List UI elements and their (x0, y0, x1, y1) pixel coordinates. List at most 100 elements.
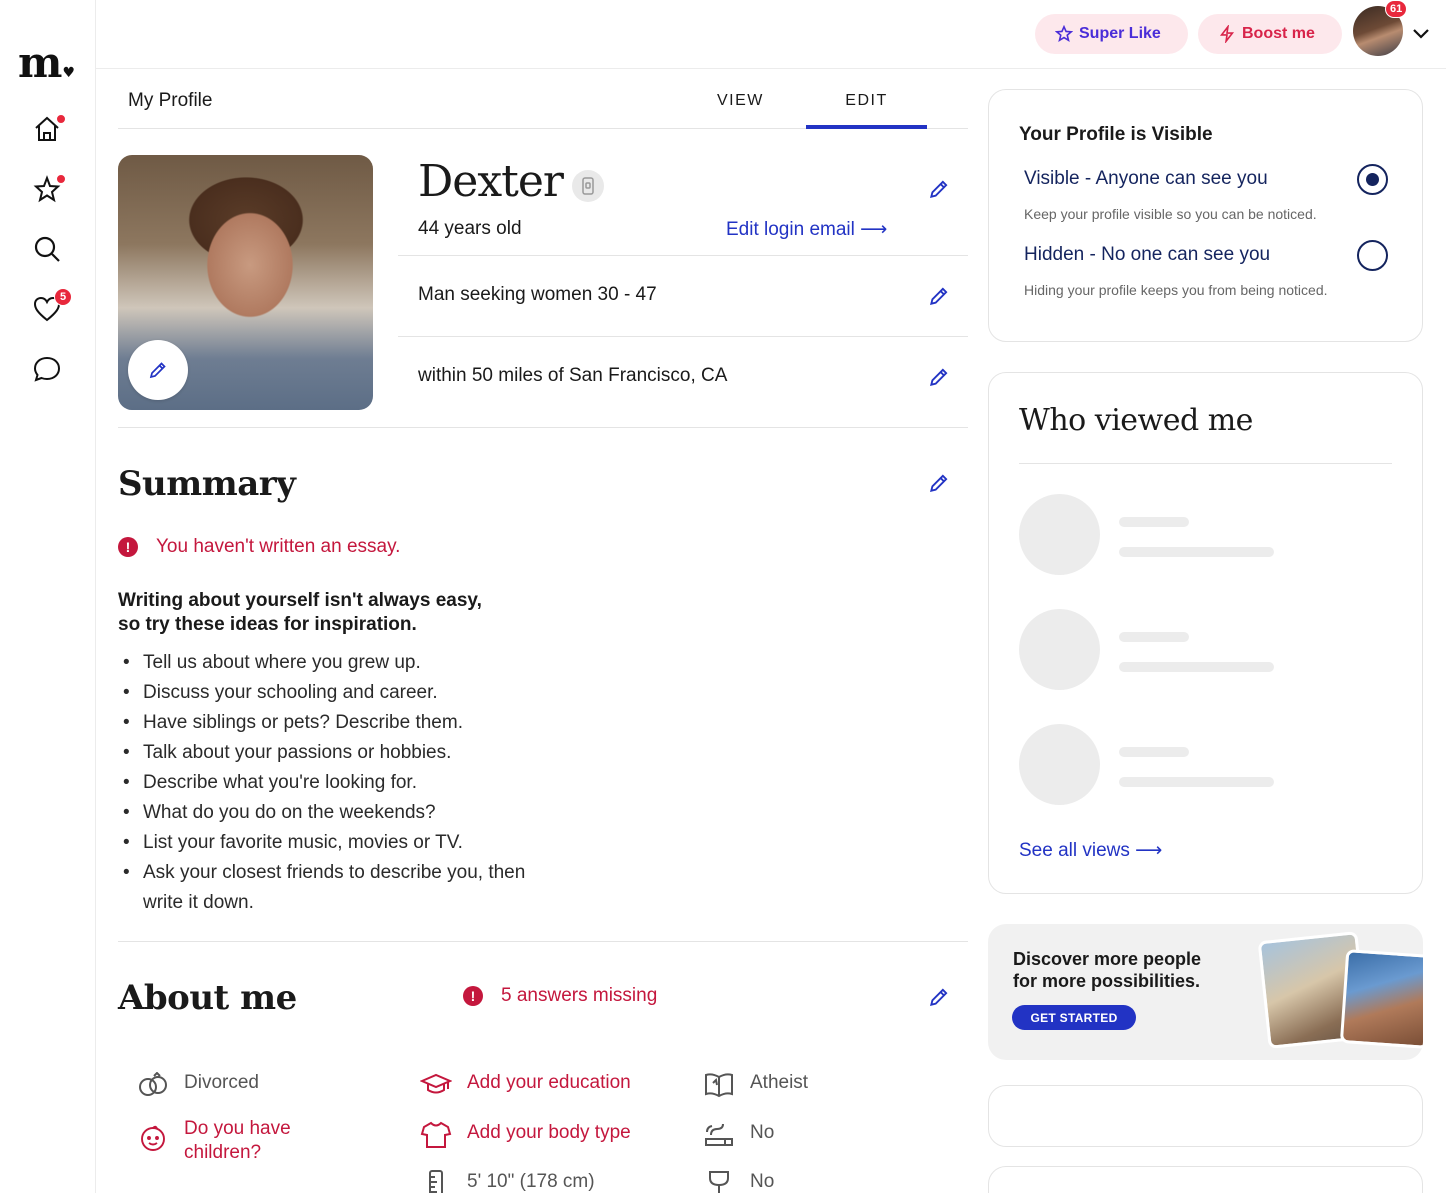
discover-line: for more possibilities. (1013, 971, 1201, 991)
edit-about-pencil-icon[interactable] (928, 986, 950, 1008)
profile-header: My Profile VIEW EDIT (118, 70, 968, 129)
see-all-views-link[interactable]: See all views ⟶ (1019, 839, 1162, 862)
lightning-icon (1219, 25, 1235, 43)
about-relationship[interactable]: Divorced (136, 1070, 259, 1100)
about-body-type[interactable]: Add your body type (419, 1120, 631, 1150)
nav-top-picks[interactable] (30, 172, 66, 206)
divider (1019, 463, 1392, 464)
divider (118, 427, 968, 428)
essay-tips-list: Tell us about where you grew up. Discuss… (123, 648, 543, 918)
user-avatar[interactable]: 61 (1353, 0, 1408, 56)
about-children[interactable]: Do you have children? (136, 1117, 291, 1165)
phone-verify-icon[interactable] (572, 170, 604, 202)
visibility-title: Your Profile is Visible (1019, 124, 1213, 145)
viewer-placeholder-line (1119, 517, 1189, 527)
smoking-icon (702, 1120, 736, 1150)
essay-warning: ! You haven't written an essay. (118, 536, 400, 558)
about-religion[interactable]: Atheist (702, 1070, 808, 1100)
tab-edit[interactable]: EDIT (806, 92, 927, 129)
visible-option-label[interactable]: Visible - Anyone can see you (1024, 168, 1268, 190)
profile-visibility-card: Your Profile is Visible Visible - Anyone… (988, 89, 1423, 342)
list-item: Ask your closest friends to describe you… (123, 858, 543, 918)
placeholder-card (988, 1166, 1423, 1193)
drinking-value: No (750, 1171, 775, 1192)
boost-me-button[interactable]: Boost me (1198, 14, 1342, 54)
search-icon (34, 236, 60, 262)
discover-headline: Discover more people for more possibilit… (1013, 948, 1201, 992)
shirt-icon (419, 1120, 453, 1150)
about-height[interactable]: 5' 10" (178 cm) (419, 1169, 595, 1193)
rings-icon (136, 1070, 170, 1100)
seeking-text: Man seeking women 30 - 47 (418, 284, 657, 305)
home-notification-dot (56, 114, 66, 124)
nav-home[interactable] (30, 112, 66, 146)
visible-radio[interactable] (1357, 164, 1388, 195)
nav-search[interactable] (30, 232, 64, 266)
list-item: Discuss your schooling and career. (123, 678, 543, 708)
religion-value: Atheist (750, 1072, 809, 1093)
inspiration-line: Writing about yourself isn't always easy… (118, 590, 482, 611)
relationship-value: Divorced (184, 1072, 259, 1093)
about-education[interactable]: Add your education (419, 1070, 631, 1100)
edit-location-pencil-icon[interactable] (928, 366, 950, 388)
get-started-button[interactable]: GET STARTED (1012, 1005, 1136, 1030)
edit-login-email-label: Edit login email (726, 219, 855, 240)
baby-face-icon (136, 1123, 170, 1153)
nav-messages[interactable] (30, 352, 64, 386)
profile-name: Dexter (418, 156, 564, 207)
list-item: What do you do on the weekends? (123, 798, 543, 828)
alert-icon: ! (118, 537, 138, 557)
placeholder-card (988, 1085, 1423, 1147)
nav-likes[interactable]: 5 (30, 288, 72, 326)
top-bar: Super Like Boost me 61 (96, 0, 1446, 69)
about-smoking[interactable]: No (702, 1120, 774, 1150)
viewer-placeholder-line (1119, 662, 1274, 672)
chevron-down-icon[interactable] (1410, 22, 1432, 44)
who-viewed-me-title: Who viewed me (1019, 403, 1253, 438)
star-notification-dot (56, 174, 66, 184)
hidden-option-description: Hiding your profile keeps you from being… (1024, 282, 1328, 298)
edit-seeking-pencil-icon[interactable] (928, 285, 950, 307)
hidden-radio[interactable] (1357, 240, 1388, 271)
viewer-placeholder-line (1119, 632, 1189, 642)
viewer-placeholder-avatar (1019, 724, 1100, 805)
essay-warning-text: You haven't written an essay. (156, 536, 401, 557)
viewer-placeholder-avatar (1019, 609, 1100, 690)
answers-missing-warning: ! 5 answers missing (463, 985, 657, 1007)
edit-summary-pencil-icon[interactable] (928, 472, 950, 494)
graduation-cap-icon (419, 1070, 453, 1100)
promo-couple-photo (1339, 949, 1423, 1049)
smoking-value: No (750, 1122, 775, 1143)
children-prompt: Do you have children? (184, 1117, 291, 1165)
answers-missing-text: 5 answers missing (501, 985, 658, 1006)
children-line: Do you have (184, 1118, 291, 1139)
likes-count-badge: 5 (54, 288, 72, 306)
arrow-right-icon: ⟶ (1135, 840, 1163, 861)
viewer-placeholder-line (1119, 547, 1274, 557)
list-item: Have siblings or pets? Describe them. (123, 708, 543, 738)
edit-name-pencil-icon[interactable] (928, 178, 950, 200)
edit-photo-button[interactable] (128, 340, 188, 400)
who-viewed-me-card: Who viewed me See all views ⟶ (988, 372, 1423, 894)
divider (398, 255, 968, 256)
body-type-prompt: Add your body type (467, 1122, 631, 1143)
super-like-button[interactable]: Super Like (1035, 14, 1188, 54)
list-item: List your favorite music, movies or TV. (123, 828, 543, 858)
tab-view[interactable]: VIEW (717, 92, 764, 110)
visible-option-description: Keep your profile visible so you can be … (1024, 206, 1317, 222)
viewer-placeholder-line (1119, 747, 1189, 757)
boost-me-label: Boost me (1242, 25, 1315, 42)
chat-bubble-icon (33, 356, 61, 382)
hidden-option-label[interactable]: Hidden - No one can see you (1024, 244, 1270, 266)
ruler-icon (419, 1169, 453, 1193)
about-drinking[interactable]: No (702, 1169, 774, 1193)
match-logo[interactable]: m♥ (18, 38, 75, 87)
star-outline-icon (1055, 25, 1073, 42)
logo-heart-icon: ♥ (62, 65, 75, 81)
open-book-icon (702, 1070, 736, 1100)
left-nav-rail: m♥ 5 (0, 0, 96, 1193)
edit-login-email-link[interactable]: Edit login email ⟶ (726, 218, 887, 241)
list-item: Talk about your passions or hobbies. (123, 738, 543, 768)
see-all-views-label: See all views (1019, 840, 1130, 861)
education-prompt: Add your education (467, 1072, 631, 1093)
